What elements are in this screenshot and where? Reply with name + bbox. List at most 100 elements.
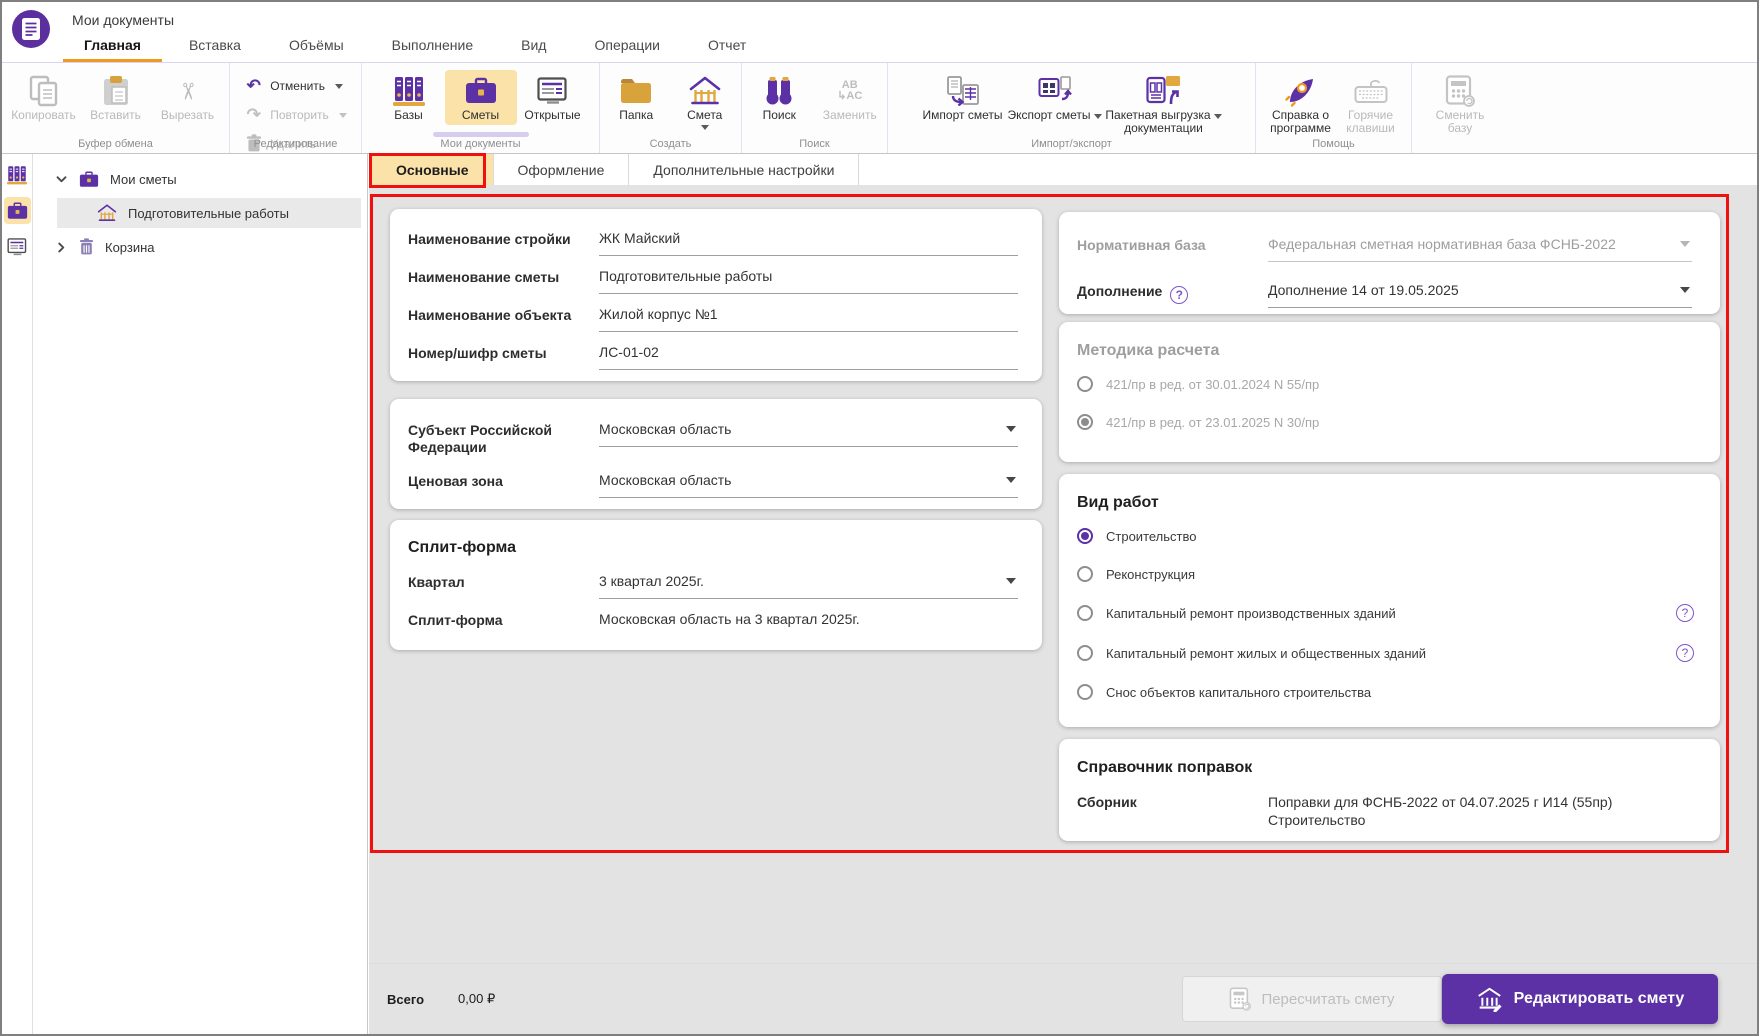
radio-residential-repair[interactable]: Капитальный ремонт жилых и общественных … bbox=[1059, 644, 1720, 662]
sidebar: Мои сметы Подготовительные работы Корзин… bbox=[2, 154, 368, 1034]
ribbon-tab-insert[interactable]: Вставка bbox=[189, 33, 241, 57]
replace-button[interactable]: AB ↳AC Заменить bbox=[815, 70, 886, 125]
replace-icon: AB ↳AC bbox=[837, 79, 863, 102]
estimate-number-input[interactable]: ЛС-01-02 bbox=[599, 344, 1018, 370]
radio-button bbox=[1077, 414, 1093, 430]
help-icon[interactable]: ? bbox=[1170, 286, 1189, 304]
about-button[interactable]: Справка о программе bbox=[1264, 70, 1338, 138]
chevron-right-icon[interactable] bbox=[54, 242, 68, 253]
radio-construction[interactable]: Строительство bbox=[1059, 528, 1720, 544]
field-corrections-collection: Сборник Поправки для ФСНБ-2022 от 04.07.… bbox=[1059, 793, 1720, 829]
document-tabbar: Основные Оформление Дополнительные настр… bbox=[369, 154, 1757, 185]
field-normative-base: Нормативная база Федеральная сметная нор… bbox=[1059, 236, 1720, 262]
edit-estimate-button[interactable]: Редактировать смету bbox=[1442, 974, 1718, 1024]
group-label-help: Помощь bbox=[1312, 138, 1355, 150]
price-zone-select[interactable]: Московская область bbox=[599, 472, 1018, 498]
ribbon-tab-operations[interactable]: Операции bbox=[594, 33, 660, 57]
tree-item-estimate[interactable]: Подготовительные работы bbox=[57, 198, 361, 228]
batch-export-button[interactable]: Пакетная выгрузка документации bbox=[1104, 70, 1224, 138]
ribbon-tab-strip: Главная Вставка Объёмы Выполнение Вид Оп… bbox=[63, 32, 746, 63]
help-icon[interactable]: ? bbox=[1676, 604, 1694, 622]
radio-button[interactable] bbox=[1077, 684, 1093, 700]
bases-icon bbox=[7, 165, 27, 185]
edit-estimate-icon bbox=[1476, 987, 1503, 1012]
create-folder-button[interactable]: Папка bbox=[602, 70, 671, 125]
quarter-select[interactable]: 3 квартал 2025г. bbox=[599, 573, 1018, 599]
card-calculation-method: Методика расчета 421/пр в ред. от 30.01.… bbox=[1059, 322, 1720, 462]
estimate-name-input[interactable]: Подготовительные работы bbox=[599, 268, 1018, 294]
create-estimate-button[interactable]: Смета bbox=[671, 70, 740, 133]
radio-demolition[interactable]: Снос объектов капитального строительства bbox=[1059, 684, 1720, 700]
card-region: Субъект Российской Федерации Московская … bbox=[390, 399, 1042, 509]
opened-window-icon bbox=[537, 73, 569, 109]
object-name-input[interactable]: Жилой корпус №1 bbox=[599, 306, 1018, 332]
strip-open-documents-button[interactable] bbox=[4, 233, 31, 260]
ribbon-tab-report[interactable]: Отчет bbox=[708, 33, 746, 57]
import-estimate-button[interactable]: Импорт сметы bbox=[920, 70, 1006, 125]
radio-method-2025: 421/пр в ред. от 23.01.2025 N 30/пр bbox=[1059, 414, 1720, 430]
app-window: Мои документы Главная Вставка Объёмы Вып… bbox=[0, 0, 1759, 1036]
chevron-down-icon[interactable] bbox=[54, 176, 68, 183]
redo-button[interactable]: ↷ Повторить bbox=[244, 105, 347, 125]
paste-button[interactable]: Вставить bbox=[80, 70, 152, 125]
chevron-down-icon bbox=[1006, 477, 1016, 483]
estimate-settings-panel: Наименование стройки ЖК Майский Наименов… bbox=[369, 185, 1757, 1034]
copy-button[interactable]: Копировать bbox=[8, 70, 80, 125]
group-label-editing: Редактирование bbox=[253, 138, 338, 150]
redo-icon: ↷ bbox=[246, 105, 261, 124]
card-normative-base: Нормативная база Федеральная сметная нор… bbox=[1059, 212, 1720, 314]
open-documents-button[interactable]: Открытые bbox=[517, 70, 589, 125]
bottom-action-bar: Всего 0,00 ₽ Пересчитать смету Редактиро… bbox=[369, 963, 1757, 1034]
ribbon-group-create: Папка Смета Создать bbox=[600, 63, 742, 153]
field-construction-name: Наименование стройки ЖК Майский bbox=[390, 230, 1042, 256]
bases-button[interactable]: Базы bbox=[373, 70, 445, 125]
export-estimate-button[interactable]: Экспорт сметы bbox=[1006, 70, 1104, 125]
ribbon-tab-execution[interactable]: Выполнение bbox=[392, 33, 473, 57]
federal-subject-select[interactable]: Московская область bbox=[599, 421, 1018, 447]
field-quarter: Квартал 3 квартал 2025г. bbox=[390, 573, 1042, 599]
tab-main-settings[interactable]: Основные bbox=[372, 154, 493, 185]
chevron-down-icon bbox=[1213, 114, 1222, 119]
hotkeys-button[interactable]: Горячие клавиши bbox=[1338, 70, 1404, 138]
import-icon bbox=[946, 73, 980, 109]
group-label-import-export: Импорт/экспорт bbox=[1031, 138, 1112, 150]
tab-appearance[interactable]: Оформление bbox=[492, 154, 629, 185]
group-label-create: Создать bbox=[649, 138, 692, 150]
radio-reconstruction[interactable]: Реконструкция bbox=[1059, 566, 1720, 582]
field-federal-subject: Субъект Российской Федерации Московская … bbox=[390, 421, 1042, 456]
undo-button[interactable]: ↶ Отменить bbox=[244, 76, 347, 96]
radio-button[interactable] bbox=[1077, 566, 1093, 582]
radio-industrial-repair[interactable]: Капитальный ремонт производственных здан… bbox=[1059, 604, 1720, 622]
change-base-button[interactable]: Сменить базу bbox=[1424, 70, 1496, 138]
radio-button[interactable] bbox=[1077, 645, 1093, 661]
recalculate-estimate-button[interactable]: Пересчитать смету bbox=[1182, 976, 1442, 1022]
document-type-strip bbox=[2, 154, 33, 1034]
cut-button[interactable]: ✂ Вырезать bbox=[152, 70, 224, 125]
help-icon[interactable]: ? bbox=[1676, 644, 1694, 662]
search-button[interactable]: Поиск bbox=[744, 70, 815, 125]
split-form-value: Московская область на 3 квартал 2025г. bbox=[599, 611, 860, 627]
ribbon-tab-view[interactable]: Вид bbox=[521, 33, 546, 57]
tab-additional-settings[interactable]: Дополнительные настройки bbox=[628, 154, 860, 185]
construction-name-input[interactable]: ЖК Майский bbox=[599, 230, 1018, 256]
chevron-down-icon[interactable] bbox=[335, 83, 344, 89]
radio-button[interactable] bbox=[1077, 528, 1093, 544]
supplement-select[interactable]: Дополнение 14 от 19.05.2025 bbox=[1268, 282, 1692, 308]
total-value: 0,00 ₽ bbox=[458, 991, 496, 1006]
radio-method-2024: 421/пр в ред. от 30.01.2024 N 55/пр bbox=[1059, 376, 1720, 392]
batch-export-icon bbox=[1146, 73, 1182, 109]
trash-icon bbox=[79, 238, 94, 256]
calculator-icon bbox=[1445, 73, 1475, 109]
radio-button[interactable] bbox=[1077, 605, 1093, 621]
ribbon-tab-main[interactable]: Главная bbox=[63, 33, 162, 63]
card-split-form: Сплит-форма Квартал 3 квартал 2025г. Спл… bbox=[390, 520, 1042, 650]
ribbon-tab-volumes[interactable]: Объёмы bbox=[289, 33, 344, 57]
estimates-button[interactable]: Сметы bbox=[444, 70, 517, 125]
tree-item-recycle-bin[interactable]: Корзина bbox=[33, 232, 367, 262]
tree-item-my-estimates[interactable]: Мои сметы bbox=[33, 164, 367, 194]
strip-bases-button[interactable] bbox=[4, 161, 31, 188]
chevron-down-icon[interactable] bbox=[700, 125, 709, 130]
briefcase-icon bbox=[7, 202, 28, 220]
strip-estimates-button[interactable] bbox=[3, 197, 31, 224]
ribbon-toolbar: Копировать Вставить ✂ Вырезать Буфер обм… bbox=[2, 62, 1757, 154]
